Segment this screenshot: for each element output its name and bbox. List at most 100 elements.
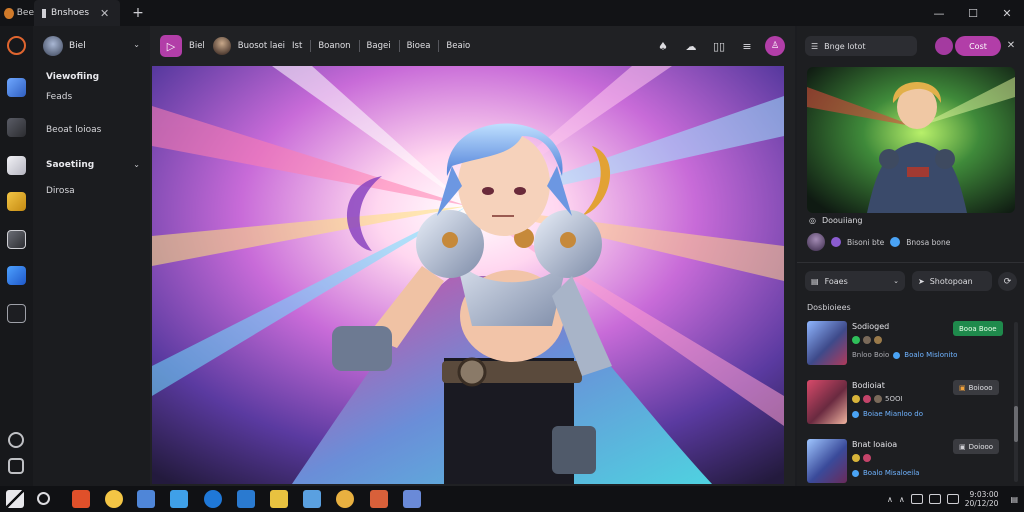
taskbar: ∧ ∧ 9:03:00 20/12/20 ▤: [0, 486, 1024, 512]
close-icon[interactable]: ✕: [990, 0, 1024, 26]
search-bar[interactable]: ☰ Bnge lotot: [805, 36, 917, 56]
battery-icon[interactable]: [910, 494, 923, 504]
artwork-canvas[interactable]: [152, 66, 784, 484]
clock[interactable]: 9:03:00 20/12/20: [965, 490, 999, 508]
avatar[interactable]: [807, 233, 825, 251]
maximize-icon[interactable]: ☐: [956, 0, 990, 26]
folder-icon[interactable]: [270, 490, 288, 508]
nav-item-4[interactable]: Beaio: [446, 41, 470, 51]
tag-dot-icon: [863, 395, 871, 403]
network-icon[interactable]: [928, 494, 941, 504]
avatar[interactable]: [212, 37, 231, 55]
brand-logo-icon[interactable]: ▷: [160, 35, 182, 57]
thumbnail: [807, 439, 847, 483]
clock-date: 20/12/20: [964, 499, 999, 508]
chevron-up-icon[interactable]: ∧: [887, 495, 893, 504]
share-icon[interactable]: [935, 37, 953, 55]
list-item[interactable]: Bodioiat 5OOI Boiae Mianloo do ▣ Boiooo: [805, 378, 1015, 430]
tag-dot-icon: [852, 336, 860, 344]
layout-icon[interactable]: ▯▯: [709, 36, 729, 56]
sidebar-item-5[interactable]: Dirosa: [46, 186, 75, 196]
item-status-text: Boalo Mislonito: [904, 351, 958, 359]
sidebar-item-head-1[interactable]: Viewofiing: [46, 72, 99, 82]
tab-active[interactable]: Bnshoes ✕: [34, 0, 120, 26]
refresh-icon[interactable]: ⟳: [998, 272, 1017, 291]
item-tags: [852, 454, 871, 462]
taskbar-app-icon[interactable]: [72, 490, 90, 508]
toolbar-actions: ♠ ☁ ▯▯ ≡ ♙: [653, 36, 785, 56]
app-menu[interactable]: Bee: [0, 0, 34, 26]
status-badge[interactable]: ▣ Boiooo: [953, 380, 999, 395]
taskbar-app-icon[interactable]: [137, 490, 155, 508]
tag-dot-icon: [863, 336, 871, 344]
sidebar-item-head-2[interactable]: Saoetiing: [46, 160, 94, 170]
tab-label: Bnshoes: [51, 8, 90, 18]
sidebar-item-3[interactable]: Beoat loioas: [46, 125, 101, 135]
filter-select[interactable]: ▤ Foaes ⌄: [805, 271, 905, 291]
sidebar-item-2[interactable]: Feads: [46, 92, 72, 102]
icon-rail: [0, 26, 33, 486]
cube-dark-icon[interactable]: [7, 118, 26, 137]
notification-icon[interactable]: ▤: [1010, 495, 1018, 504]
taskbar-app-icon[interactable]: [105, 490, 123, 508]
user-menu[interactable]: Biel: [43, 36, 86, 56]
taskbar-app-icon[interactable]: [170, 490, 188, 508]
power-icon[interactable]: [8, 432, 24, 448]
menu-icon[interactable]: ≡: [737, 36, 757, 56]
toolbar-text-2: Buosot laei: [237, 41, 286, 51]
main-scrollbar[interactable]: [787, 70, 793, 480]
preview-image[interactable]: [807, 67, 1015, 213]
new-tab-button[interactable]: +: [126, 5, 150, 21]
app-blue-icon[interactable]: [7, 266, 26, 285]
image-icon[interactable]: [7, 230, 26, 249]
close-icon[interactable]: ✕: [1004, 38, 1018, 52]
badge-icon: ▣: [959, 442, 966, 451]
badge-icon: ▣: [959, 383, 966, 392]
alarm-icon[interactable]: [8, 458, 24, 474]
folder-icon[interactable]: [7, 192, 26, 211]
item-dots-text: 5OOI: [885, 395, 903, 403]
list-item[interactable]: Bnat loaioa Boalo Misaloeila ▣ Doiooo: [805, 437, 1015, 489]
minimize-icon[interactable]: —: [922, 0, 956, 26]
taskbar-app-icon[interactable]: [204, 490, 222, 508]
cube-white-icon[interactable]: [7, 156, 26, 175]
chevron-down-icon[interactable]: ⌄: [133, 160, 140, 169]
cloud-icon[interactable]: ☁: [681, 36, 701, 56]
meta-1: Bisoni bte: [847, 237, 885, 247]
app-label: Bee: [16, 8, 34, 18]
scrollbar-thumb[interactable]: [1014, 406, 1018, 442]
status-badge[interactable]: ▣ Doiooo: [953, 439, 1000, 454]
profile-icon[interactable]: ♙: [765, 36, 785, 56]
divider: [358, 40, 360, 52]
taskbar-app-icon[interactable]: [403, 490, 421, 508]
brand-icon[interactable]: [7, 36, 26, 55]
status-badge[interactable]: Booa Booe: [953, 321, 1003, 336]
tray-icon[interactable]: ∧: [899, 495, 905, 504]
taskbar-app-icon[interactable]: [370, 490, 388, 508]
cube-blue-icon[interactable]: [7, 78, 26, 97]
nav-item-3[interactable]: Bioea: [407, 41, 431, 51]
start-icon[interactable]: [6, 490, 24, 508]
taskbar-app-icon[interactable]: [336, 490, 354, 508]
search-icon[interactable]: [37, 492, 50, 505]
action-button[interactable]: ➤ Shotopoan: [912, 271, 992, 291]
primary-button[interactable]: Cost: [955, 36, 1001, 56]
volume-icon[interactable]: [946, 494, 959, 504]
divider: [398, 40, 400, 52]
item-status: Bnloo Boio Boalo Mislonito: [852, 351, 957, 359]
bell-icon[interactable]: ♠: [653, 36, 673, 56]
taskbar-app-icon[interactable]: [237, 490, 255, 508]
box-icon[interactable]: [7, 304, 26, 323]
filter-label: Foaes: [824, 276, 848, 286]
preview-title: ◎ Doouiiang: [809, 216, 863, 225]
chevron-down-icon[interactable]: ⌄: [133, 40, 140, 49]
list-item[interactable]: Sodioged Bnloo Boio Boalo Mislonito Booa…: [805, 319, 1015, 371]
nav-item-1[interactable]: Boanon: [318, 41, 350, 51]
taskbar-app-icon[interactable]: [303, 490, 321, 508]
clock-time: 9:03:00: [969, 490, 999, 499]
tag-dot-icon: [863, 454, 871, 462]
thumbnail: [807, 380, 847, 424]
tab-close-icon[interactable]: ✕: [100, 7, 109, 20]
nav-item-2[interactable]: Bagei: [367, 41, 391, 51]
list-scrollbar[interactable]: [1014, 322, 1018, 482]
